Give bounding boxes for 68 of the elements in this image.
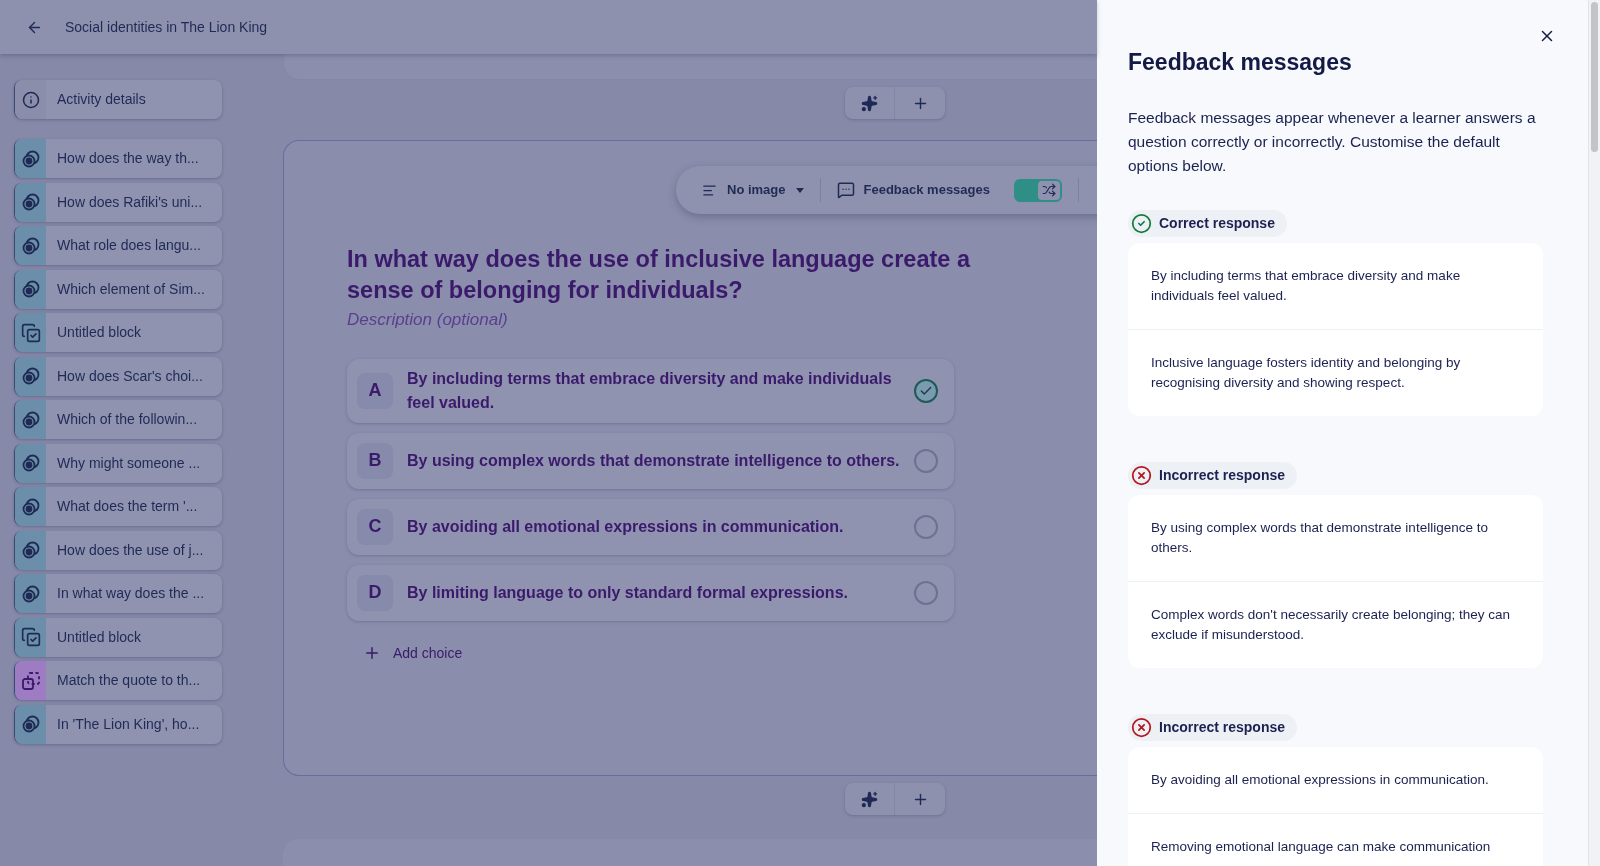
concentric-circles-icon <box>20 279 41 299</box>
sidebar-item[interactable]: Which of the followin... <box>14 400 222 439</box>
choice-text: By using complex words that demonstrate intelligence to others. <box>407 450 900 471</box>
choice-letter: A <box>357 372 393 409</box>
scrollbar-thumb[interactable] <box>1591 2 1598 152</box>
concentric-circles-icon <box>20 714 41 734</box>
question-title: In what way does the use of inclusive language create a sense of belonging for individuals? <box>347 245 972 305</box>
dashed-squares-icon <box>20 670 41 691</box>
concentric-circles-icon <box>20 235 41 256</box>
concentric-circles-icon <box>20 366 41 386</box>
concentric-circles-icon <box>20 453 41 473</box>
shuffle-toggle[interactable] <box>1014 178 1062 202</box>
concentric-circles-icon <box>20 148 41 169</box>
drawer-title: Feedback messages <box>1128 48 1352 77</box>
sidebar-item[interactable]: How does the way th... <box>14 139 222 178</box>
feedback-messages-button[interactable]: Feedback messages <box>836 180 990 200</box>
concentric-circles-icon <box>20 409 41 430</box>
image-dropdown[interactable]: No image <box>702 180 804 200</box>
sidebar-item[interactable]: Match the quote to th... <box>14 661 222 700</box>
choice-letter: C <box>357 508 393 545</box>
feedback-message[interactable]: By including terms that embrace diversity and make individuals feel valued. <box>1151 265 1520 306</box>
copy-check-icon <box>20 322 41 343</box>
choice-text: By limiting language to only standard formal expressions. <box>407 582 849 603</box>
sidebar-item[interactable]: Untitled block <box>14 313 222 352</box>
add-choice-button[interactable]: Add choice <box>363 642 463 664</box>
feedback-message[interactable]: Complex words don't necessarily create belonging; they can exclude if misunderstood. <box>1151 604 1520 645</box>
sidebar-item[interactable]: What does the term '... <box>14 487 222 526</box>
choice-letter: B <box>357 442 393 479</box>
concentric-circles-icon <box>20 192 41 212</box>
sparkle-icon <box>861 790 878 808</box>
info-icon <box>21 90 40 109</box>
sidebar-item[interactable]: Why might someone ... <box>14 443 222 483</box>
sparkle-icon <box>861 94 878 112</box>
correct-check-icon[interactable] <box>914 378 938 403</box>
sidebar-item[interactable]: How does the use of j... <box>14 530 222 570</box>
sidebar-item[interactable]: Which element of Sim... <box>14 269 222 309</box>
copy-check-icon <box>20 627 41 647</box>
sidebar-item[interactable]: What role does langu... <box>14 226 222 265</box>
sidebar-item[interactable]: How does Scar's choi... <box>14 356 222 396</box>
close-circle-icon <box>1131 464 1152 486</box>
caret-icon <box>795 187 804 193</box>
close-circle-icon <box>1131 716 1152 738</box>
choice-text: By including terms that embrace diversity and make individuals feel valued. <box>407 368 893 413</box>
activity-title: Social identities in The Lion King <box>65 17 268 37</box>
feedback-message[interactable]: By using complex words that demonstrate intelligence to others. <box>1151 517 1520 558</box>
response-label: Incorrect response <box>1128 713 1298 741</box>
sidebar-item[interactable]: In what way does the ... <box>14 574 222 613</box>
response-label: Correct response <box>1128 209 1287 237</box>
description-field[interactable]: Description (optional) <box>347 307 954 333</box>
sidebar-item[interactable]: In 'The Lion King', ho... <box>14 704 222 744</box>
align-icon <box>702 182 717 198</box>
chat-icon <box>836 181 855 199</box>
plus-icon <box>363 644 381 662</box>
sidebar-item[interactable]: How does Rafiki's uni... <box>14 182 222 222</box>
drawer-description: Feedback messages appear whenever a learner answers a question correctly or incorrectly. Customise the default options below. <box>1128 107 1537 176</box>
sidebar-item[interactable]: Untitled block <box>14 617 222 657</box>
feedback-message[interactable]: By avoiding all emotional expressions in communication. <box>1151 769 1489 790</box>
sidebar-item[interactable]: Activity details <box>14 80 222 119</box>
choice-text: By avoiding all emotional expressions in communication. <box>407 516 845 537</box>
choice-letter: D <box>357 574 393 611</box>
feedback-message[interactable]: Inclusive language fosters identity and belonging by recognising diversity and showing respect. <box>1151 352 1520 393</box>
shuffle-icon <box>1042 183 1056 197</box>
concentric-circles-icon <box>20 540 41 560</box>
concentric-circles-icon <box>20 583 41 604</box>
feedback-message[interactable]: Removing emotional language can make communication <box>1151 836 1491 857</box>
concentric-circles-icon <box>20 496 41 517</box>
response-label: Incorrect response <box>1128 461 1298 489</box>
check-circle-icon <box>1131 212 1152 234</box>
